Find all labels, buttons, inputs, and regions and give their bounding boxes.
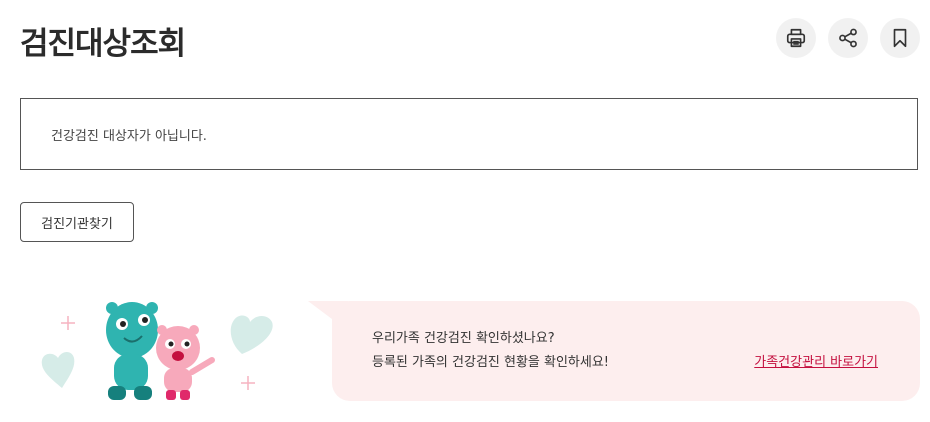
notice-box: 건강검진 대상자가 아닙니다.	[20, 98, 918, 170]
banner-line-1: 우리가족 건강검진 확인하셨나요?	[372, 331, 555, 346]
banner-line-2: 등록된 가족의 건강검진 현황을 확인하세요!	[372, 355, 610, 370]
heart-icon	[41, 352, 75, 388]
share-icon	[839, 28, 857, 48]
page-title: 검진대상조회	[20, 26, 186, 62]
family-health-banner: 우리가족 건강검진 확인하셨나요? 등록된 가족의 건강검진 현황을 확인하세요…	[332, 301, 920, 401]
heart-icon	[230, 315, 273, 354]
find-institution-button[interactable]: 검진기관찾기	[20, 202, 134, 242]
printer-icon	[786, 28, 806, 48]
share-button[interactable]	[828, 18, 868, 58]
pink-mascot	[156, 325, 215, 400]
family-health-link[interactable]: 가족건강관리 바로가기	[754, 351, 878, 370]
print-button[interactable]	[776, 18, 816, 58]
mascot-illustration	[41, 302, 273, 400]
banner-text: 우리가족 건강검진 확인하셨나요? 등록된 가족의 건강검진 현황을 확인하세요…	[372, 327, 609, 375]
notice-message: 건강검진 대상자가 아닙니다.	[51, 129, 207, 144]
page-tools	[776, 18, 920, 58]
bookmark-icon	[893, 28, 907, 48]
teal-mascot	[106, 302, 158, 400]
bookmark-button[interactable]	[880, 18, 920, 58]
